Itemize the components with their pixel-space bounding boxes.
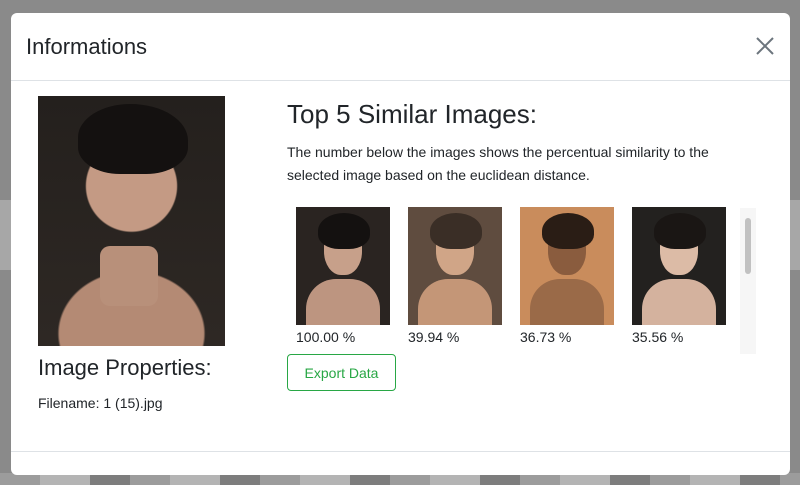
filename-label: Filename: — [38, 395, 100, 411]
similar-image-3[interactable] — [520, 207, 614, 325]
similarity-value-3: 36.73 % — [520, 329, 572, 345]
close-button[interactable] — [754, 35, 776, 57]
gallery-scrollbar[interactable] — [740, 208, 756, 354]
similarity-value-4: 35.56 % — [632, 329, 684, 345]
filename-value: 1 (15).jpg — [103, 395, 163, 411]
similar-image-1[interactable] — [296, 207, 390, 325]
modal-footer — [11, 451, 790, 475]
similar-image-4[interactable] — [632, 207, 726, 325]
similarity-description: The number below the images shows the pe… — [287, 144, 709, 183]
filename-text: Filename: 1 (15).jpg — [38, 395, 163, 411]
scrollbar-thumb[interactable] — [745, 218, 751, 274]
similar-images-heading: Top 5 Similar Images: — [287, 99, 537, 129]
image-properties-heading: Image Properties: — [38, 355, 212, 380]
selected-image — [38, 96, 225, 346]
similarity-value-1: 100.00 % — [296, 329, 356, 345]
modal-header: Informations — [11, 13, 790, 81]
export-data-button[interactable]: Export Data — [287, 354, 396, 391]
similar-image-2[interactable] — [408, 207, 502, 325]
similar-images-gallery: 100.00 % 39.94 % 36.73 % 35.56 % — [296, 207, 758, 353]
information-modal: Informations Image Properties: Filename:… — [11, 13, 790, 475]
modal-title: Informations — [26, 34, 148, 59]
similarity-value-2: 39.94 % — [408, 329, 460, 345]
close-icon — [756, 37, 774, 55]
